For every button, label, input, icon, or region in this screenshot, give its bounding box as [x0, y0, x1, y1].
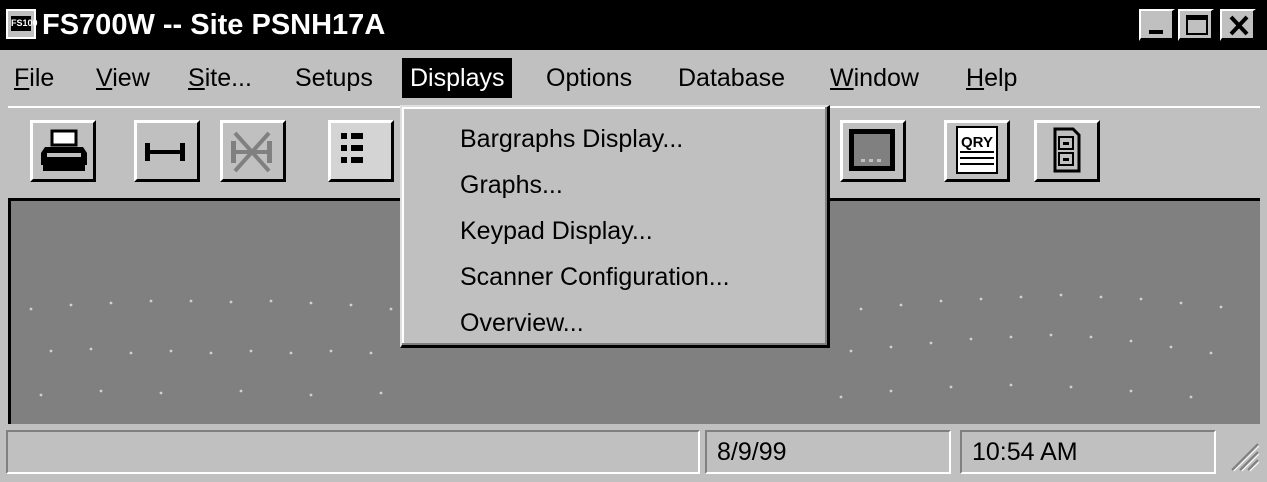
- query-icon: QRY: [956, 126, 998, 174]
- menu-view[interactable]: View: [88, 58, 158, 98]
- menu-window[interactable]: Window: [822, 58, 927, 98]
- menu-item-bargraphs-display[interactable]: Bargraphs Display...: [460, 119, 683, 159]
- file-cabinet-button[interactable]: [1034, 120, 1100, 182]
- title-bar[interactable]: FS100 FS700W -- Site PSNH17A: [0, 0, 1267, 50]
- status-time: 10:54 AM: [960, 430, 1216, 474]
- printer-icon: [41, 129, 87, 171]
- close-button[interactable]: [1220, 9, 1256, 41]
- close-icon: [1229, 15, 1249, 36]
- menu-displays[interactable]: Displays: [402, 58, 513, 98]
- menu-item-graphs[interactable]: Graphs...: [460, 165, 563, 205]
- disconnect-icon: [231, 131, 272, 173]
- status-date: 8/9/99: [705, 430, 951, 474]
- menu-bar: File View Site... Setups Displays Option…: [0, 52, 1267, 106]
- status-message: [6, 430, 700, 474]
- query-label: QRY: [961, 134, 993, 151]
- menu-setups[interactable]: Setups: [287, 58, 381, 98]
- maximize-button[interactable]: [1178, 9, 1214, 41]
- maximize-icon: [1186, 15, 1208, 35]
- app-icon[interactable]: FS100: [6, 9, 38, 39]
- menu-item-overview[interactable]: Overview...: [460, 303, 584, 343]
- connect-icon: [145, 143, 185, 161]
- window-title: FS700W -- Site PSNH17A: [42, 9, 386, 41]
- minimize-icon: [1149, 30, 1163, 34]
- menu-database[interactable]: Database: [670, 58, 793, 98]
- displays-dropdown-menu: Bargraphs Display... Graphs... Keypad Di…: [400, 105, 830, 348]
- connect-button[interactable]: [134, 120, 200, 182]
- menu-help[interactable]: Help: [958, 58, 1025, 98]
- minimize-button[interactable]: [1139, 9, 1175, 41]
- menu-item-keypad-display[interactable]: Keypad Display...: [460, 211, 653, 251]
- display-button[interactable]: [840, 120, 906, 182]
- display-icon: [849, 129, 895, 171]
- disconnect-button[interactable]: [220, 120, 286, 182]
- menu-item-scanner-configuration[interactable]: Scanner Configuration...: [460, 257, 730, 297]
- app-icon-label: FS100: [11, 16, 38, 31]
- menu-site[interactable]: Site...: [180, 58, 260, 98]
- list-icon: [341, 133, 363, 163]
- menu-options[interactable]: Options: [538, 58, 640, 98]
- menu-file[interactable]: File: [6, 58, 62, 98]
- query-button[interactable]: QRY: [944, 120, 1010, 182]
- file-cabinet-icon: [1053, 127, 1081, 173]
- resize-grip-icon[interactable]: [1228, 440, 1262, 474]
- status-bar: 8/9/99 10:54 AM: [0, 426, 1267, 482]
- print-button[interactable]: [30, 120, 96, 182]
- list-button[interactable]: [328, 120, 394, 182]
